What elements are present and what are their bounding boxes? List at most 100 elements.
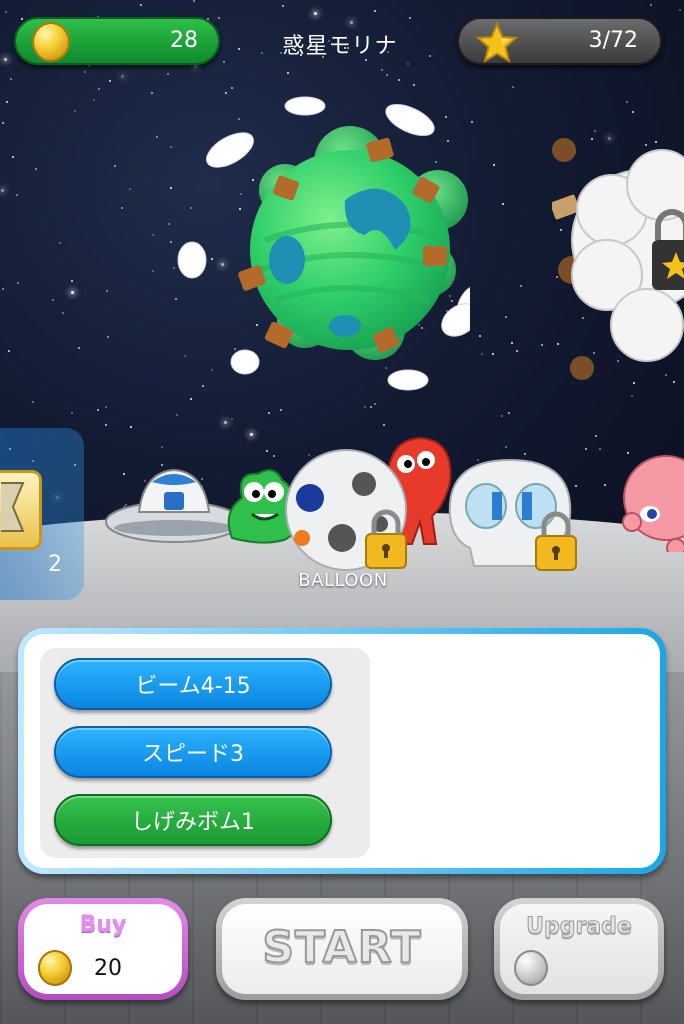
star-dot [510, 342, 513, 345]
star-dot [673, 381, 676, 384]
star-dot [87, 65, 90, 68]
star-dot [585, 448, 588, 451]
coin-icon [514, 950, 548, 986]
star-dot [406, 63, 409, 66]
star-dot [364, 406, 367, 408]
star-dot [398, 79, 401, 82]
skill-bush-bomb-button[interactable]: しげみボム1 [54, 794, 332, 846]
star-dot [150, 91, 153, 94]
star-dot [105, 424, 108, 427]
buy-label: Buy [79, 912, 127, 937]
star-dot [631, 110, 634, 113]
star-dot [383, 423, 386, 426]
star-dot [512, 85, 515, 88]
buy-button[interactable]: Buy 20 [18, 898, 188, 1000]
character-skull[interactable] [440, 456, 590, 572]
star-dot [385, 74, 388, 77]
star-dot [107, 336, 110, 339]
star-dot [314, 11, 318, 15]
star-dot [349, 21, 353, 25]
star-dot [224, 420, 228, 424]
upgrade-button[interactable]: Upgrade [494, 898, 664, 1000]
star-dot [679, 8, 682, 11]
star-dot [508, 411, 511, 414]
star-dot [12, 155, 15, 158]
hourglass-icon[interactable] [0, 470, 42, 550]
star-dot [273, 455, 276, 458]
star-dot [631, 395, 634, 398]
star-dot [16, 194, 19, 197]
character-pink-octopus[interactable] [616, 452, 684, 552]
star-dot [71, 412, 74, 415]
star-dot [166, 73, 169, 76]
coin-icon [32, 22, 70, 62]
start-button[interactable]: START [216, 898, 468, 1000]
hourglass-count: 2 [48, 552, 62, 577]
star-dot [604, 484, 607, 487]
star-dot [9, 77, 12, 80]
star-dot [266, 450, 269, 453]
star-dot [21, 18, 24, 21]
star-dot [286, 72, 289, 75]
star-dot [523, 452, 526, 455]
star-dot [280, 408, 283, 411]
star-dot [492, 352, 495, 355]
star-progress: 3/72 [588, 28, 638, 53]
star-dot [74, 109, 77, 112]
star-dot [373, 10, 376, 13]
star-dot [84, 70, 87, 73]
star-dot [478, 335, 481, 338]
start-label: START [261, 921, 422, 974]
star-dot [175, 414, 178, 417]
star-dot [106, 289, 109, 292]
star-dot [515, 349, 518, 352]
star-dot [5, 10, 8, 13]
buy-price: 20 [94, 956, 122, 981]
star-dot [97, 88, 100, 91]
star-dot [6, 101, 9, 104]
star-dot [267, 411, 270, 414]
star-dot [151, 234, 154, 237]
star-dot [16, 282, 19, 285]
star-dot [70, 280, 73, 283]
star-dot [231, 86, 234, 89]
star-dot [113, 165, 116, 168]
star-dot [61, 311, 64, 314]
star-dot [1, 122, 4, 125]
star-dot [650, 4, 653, 7]
star-dot [500, 414, 503, 417]
star-dot [2, 287, 5, 290]
star-dot [121, 206, 124, 209]
star-dot [32, 400, 35, 403]
star-dot [223, 61, 226, 64]
star-dot [108, 80, 111, 83]
star-dot [192, 0, 195, 2]
star-dot [594, 435, 597, 438]
locked-planet[interactable] [552, 130, 684, 380]
star-dot [505, 316, 508, 319]
star-dot [160, 445, 163, 448]
star-dot [92, 98, 95, 101]
star-dot [369, 405, 372, 408]
star-dot [541, 343, 544, 346]
skill-speed-button[interactable]: スピード3 [54, 726, 332, 778]
star-dot [78, 347, 81, 350]
star-dot [505, 445, 507, 448]
star-dot [598, 448, 601, 451]
star-dot [217, 17, 220, 20]
star-dot [139, 4, 142, 7]
star-dot [408, 16, 411, 19]
game-screen: 28 惑星モリナ 3/72 2 BALLOON ビーム4-15 スピード3 しげ… [0, 0, 684, 1024]
star-dot [58, 242, 61, 245]
star-dot [1, 189, 5, 193]
star-dot [71, 290, 75, 294]
planet-title: 惑星モリナ [282, 34, 398, 59]
coin-counter: 28 [14, 17, 220, 65]
star-dot [194, 64, 198, 68]
skill-beam-button[interactable]: ビーム4-15 [54, 658, 332, 710]
star-dot [632, 382, 635, 385]
star-dot [35, 167, 38, 170]
character-balloon[interactable] [282, 448, 412, 572]
star-dot [413, 83, 416, 86]
skill-panel: ビーム4-15 スピード3 しげみボム1 [18, 628, 666, 874]
